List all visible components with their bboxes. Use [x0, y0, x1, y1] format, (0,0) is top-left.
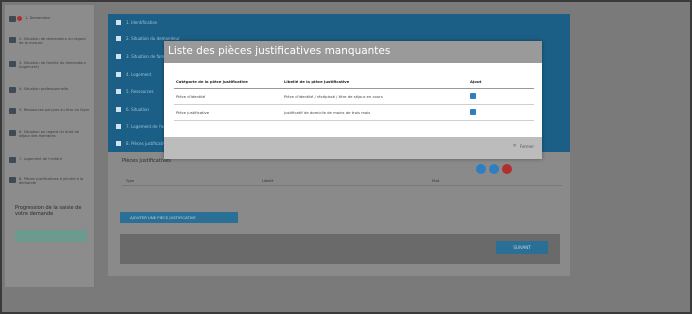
table-row: Pièce justificative Justificatif de domi… — [174, 105, 534, 121]
column-header: Libellé — [262, 179, 274, 183]
sidebar-item-label: 6. Situation au regard du droit de séjou… — [19, 130, 79, 139]
close-button[interactable]: ✕ Fermer — [513, 143, 534, 149]
missing-documents-table: Catégorie de la pièce justificative Libe… — [174, 75, 534, 121]
delete-icon[interactable] — [502, 164, 512, 174]
sidebar-item-label: 1. Demandeur — [25, 16, 51, 20]
close-label: Fermer — [519, 143, 534, 149]
step-4[interactable]: 4. Logement — [116, 72, 151, 77]
modal-footer: ✕ Fermer — [164, 137, 542, 159]
close-icon: ✕ — [512, 143, 517, 149]
sidebar-item-label: 4. Situation professionnelle — [19, 87, 69, 91]
modal-header: Liste des pièces justificatives manquant… — [164, 41, 542, 63]
edit-icon[interactable] — [489, 164, 499, 174]
id-card-icon — [9, 130, 16, 136]
sidebar-item-famille[interactable]: 3. Situation de famille du demandeur (lo… — [5, 61, 95, 70]
info-icon[interactable] — [476, 164, 486, 174]
column-header: Type — [126, 179, 135, 183]
sidebar-item-label: 5. Ressources perçues au titre du foyer — [19, 108, 90, 112]
step-1[interactable]: 1. Identification — [116, 20, 157, 25]
modal-title: Liste des pièces justificatives manquant… — [168, 45, 391, 57]
column-header: Libellé de la pièce justificative — [284, 79, 350, 84]
document-icon — [9, 177, 16, 183]
app-window: 1. Demandeur 2. Situation de demandeur a… — [0, 0, 692, 314]
add-document-checkbox[interactable] — [470, 93, 476, 99]
house-icon — [9, 61, 16, 67]
label-cell: Pièce d'identité / récépissé / titre de … — [284, 94, 383, 99]
alert-dot-icon — [17, 16, 22, 21]
home-icon — [116, 124, 121, 129]
progress-bar — [15, 230, 87, 242]
sidebar-item-label: 3. Situation de famille du demandeur (lo… — [19, 61, 87, 70]
step-label: 6. Situation — [126, 107, 149, 112]
sidebar-item-demandeur[interactable]: 1. Demandeur — [5, 16, 95, 22]
briefcase-icon — [116, 72, 121, 77]
euro-icon — [116, 89, 121, 94]
column-header: Catégorie de la pièce justificative — [176, 79, 248, 84]
house-icon — [116, 54, 121, 59]
sidebar-item-pieces[interactable]: 8. Pièces justificatives à joindre à la … — [5, 177, 95, 186]
actions-bar — [120, 234, 560, 264]
pieces-table-header: Type Libellé Etat — [122, 177, 562, 186]
add-document-checkbox[interactable] — [470, 109, 476, 115]
sidebar-item-situation[interactable]: 2. Situation de demandeur au regard de l… — [5, 37, 95, 46]
category-cell: Pièce justificative — [176, 110, 210, 115]
sidebar-item-label: 7. Logement de l'enfant — [19, 157, 63, 161]
document-icon — [116, 141, 121, 146]
euro-icon — [9, 108, 16, 114]
step-label: 4. Logement — [126, 72, 152, 77]
step-label: 1. Identification — [126, 20, 158, 25]
sidebar-item-logement[interactable]: 7. Logement de l'enfant — [5, 157, 95, 163]
family-icon — [9, 37, 16, 43]
step-5[interactable]: 5. Ressources — [116, 89, 154, 94]
family-icon — [116, 36, 121, 41]
home-icon — [9, 157, 16, 163]
step-3[interactable]: 3. Situation de famille — [116, 54, 170, 59]
sidebar: 1. Demandeur 2. Situation de demandeur a… — [5, 5, 95, 287]
next-button[interactable]: SUIVANT — [496, 241, 548, 254]
column-header: Ajout — [470, 79, 482, 84]
progress-title: Progression de la saisie de votre demand… — [15, 205, 82, 217]
table-header-row: Catégorie de la pièce justificative Libe… — [174, 75, 534, 89]
category-cell: Pièce d'identité — [176, 94, 206, 99]
column-header: Etat — [432, 179, 440, 183]
add-piece-button[interactable]: AJOUTER UNE PIÈCE JUSTIFICATIVE — [120, 212, 238, 223]
person-icon — [9, 16, 16, 22]
briefcase-icon — [9, 87, 16, 93]
sidebar-item-ressources[interactable]: 5. Ressources perçues au titre du foyer — [5, 108, 95, 114]
missing-documents-modal: Liste des pièces justificatives manquant… — [164, 41, 542, 159]
id-card-icon — [116, 107, 121, 112]
sidebar-item-label: 8. Pièces justificatives à joindre à la … — [19, 177, 84, 186]
sidebar-item-professionnelle[interactable]: 4. Situation professionnelle — [5, 87, 95, 93]
step-label: 5. Ressources — [126, 89, 154, 94]
person-icon — [116, 20, 121, 25]
sidebar-item-label: 2. Situation de demandeur au regard de l… — [19, 37, 86, 46]
label-cell: Justificatif de domicile de moins de tro… — [284, 110, 371, 115]
table-row: Pièce d'identité Pièce d'identité / récé… — [174, 89, 534, 105]
sidebar-item-sejour[interactable]: 6. Situation au regard du droit de séjou… — [5, 130, 95, 139]
step-6[interactable]: 6. Situation — [116, 107, 149, 112]
step-8[interactable]: 8. Pièces justificatives — [116, 141, 170, 146]
